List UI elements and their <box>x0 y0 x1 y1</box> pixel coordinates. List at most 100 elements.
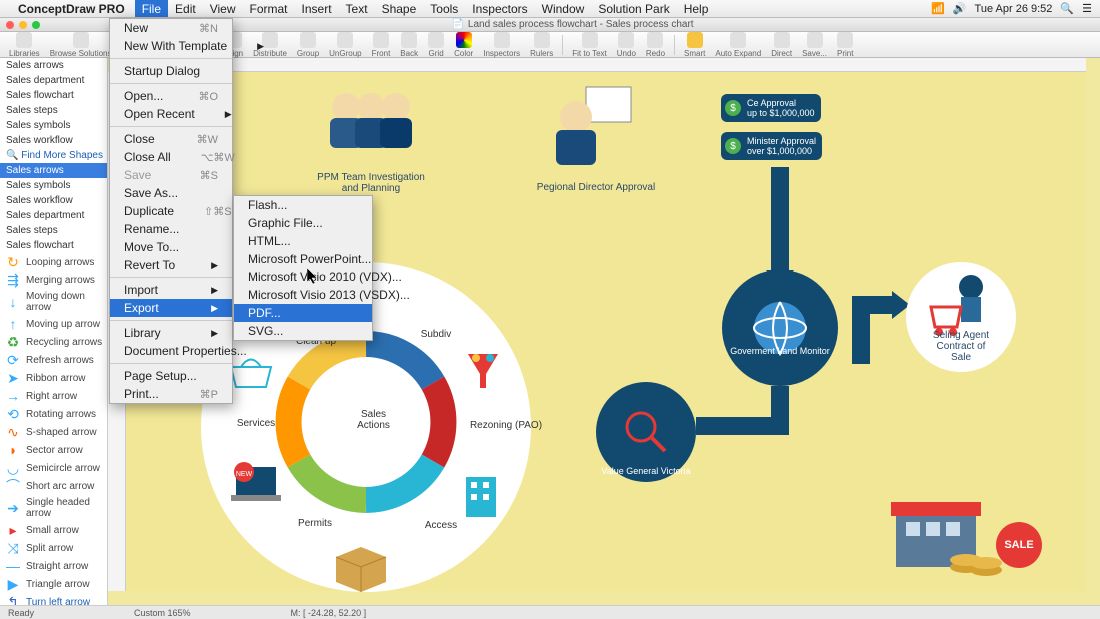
export-menu-item[interactable]: Microsoft Visio 2010 (VDX)... <box>234 268 372 286</box>
volume-icon[interactable]: 🔊 <box>953 2 967 15</box>
shape-item[interactable]: ⟳Refresh arrows <box>0 351 107 369</box>
menu-text[interactable]: Text <box>339 0 375 17</box>
shape-item[interactable]: ⌒Short arc arrow <box>0 477 107 495</box>
menu-help[interactable]: Help <box>677 0 716 17</box>
tool-back[interactable]: Back <box>397 32 421 58</box>
library-section[interactable]: Sales steps <box>0 103 107 118</box>
minimize-window-button[interactable] <box>19 21 27 29</box>
shape-item[interactable]: ↻Looping arrows <box>0 253 107 271</box>
file-menu-item[interactable]: Document Properties... <box>110 342 232 360</box>
tool-direct[interactable]: Direct <box>768 32 795 58</box>
clock[interactable]: Tue Apr 26 9:52 <box>975 3 1053 15</box>
menu-insert[interactable]: Insert <box>295 0 339 17</box>
tool-print[interactable]: Print <box>834 32 856 58</box>
shape-item[interactable]: ▶Triangle arrow <box>0 575 107 593</box>
file-menu-item[interactable]: Library▶ <box>110 324 232 342</box>
shape-item[interactable]: ↓Moving down arrow <box>0 289 107 315</box>
tool-ungroup[interactable]: UnGroup <box>326 32 364 58</box>
export-menu-item[interactable]: Graphic File... <box>234 214 372 232</box>
export-menu-item[interactable]: SVG... <box>234 322 372 340</box>
tool-redo[interactable]: Redo <box>643 32 668 58</box>
shape-item[interactable]: ⤨Split arrow <box>0 539 107 557</box>
shape-item[interactable]: —Straight arrow <box>0 557 107 575</box>
export-menu-item[interactable]: PDF... <box>234 304 372 322</box>
library-section[interactable]: Sales symbols <box>0 178 107 193</box>
close-window-button[interactable] <box>6 21 14 29</box>
tool-libraries[interactable]: Libraries <box>6 32 43 58</box>
library-section[interactable]: 🔍 Find More Shapes <box>0 148 107 163</box>
file-menu-item[interactable]: Import▶ <box>110 281 232 299</box>
shape-item[interactable]: ⇶Merging arrows <box>0 271 107 289</box>
file-menu-item[interactable]: Page Setup... <box>110 367 232 385</box>
tool-front[interactable]: Front <box>369 32 394 58</box>
status-zoom[interactable]: Custom 165% <box>134 608 191 618</box>
tool-grid[interactable]: Grid <box>425 32 447 58</box>
file-menu-item[interactable]: Export▶ <box>110 299 232 317</box>
menu-shape[interactable]: Shape <box>375 0 424 17</box>
file-menu-item[interactable]: Duplicate⇧⌘S <box>110 202 232 220</box>
library-section[interactable]: Sales arrows <box>0 163 107 178</box>
library-section[interactable]: Sales flowchart <box>0 238 107 253</box>
file-menu-item[interactable]: Print...⌘P <box>110 385 232 403</box>
shape-item[interactable]: →Right arrow <box>0 387 107 405</box>
file-menu-item[interactable]: New⌘N <box>110 19 232 37</box>
shape-item[interactable]: ◡Semicircle arrow <box>0 459 107 477</box>
library-section[interactable]: Sales department <box>0 73 107 88</box>
menu-file[interactable]: File <box>135 0 168 17</box>
file-menu-item[interactable]: Revert To▶ <box>110 256 232 274</box>
file-menu-item[interactable]: Save As... <box>110 184 232 202</box>
export-menu-item[interactable]: HTML... <box>234 232 372 250</box>
shape-item[interactable]: ↑Moving up arrow <box>0 315 107 333</box>
shape-item[interactable]: ⟲Rotating arrows <box>0 405 107 423</box>
file-menu-item[interactable]: Close All⌥⌘W <box>110 148 232 166</box>
tool-save[interactable]: Save... <box>799 32 830 58</box>
export-menu-item[interactable]: Flash... <box>234 196 372 214</box>
tool-inspectors[interactable]: Inspectors <box>480 32 523 58</box>
menu-view[interactable]: View <box>203 0 243 17</box>
spotlight-icon[interactable]: 🔍 <box>1060 2 1074 15</box>
shape-label: Sector arrow <box>26 445 83 456</box>
library-section[interactable]: Sales workflow <box>0 193 107 208</box>
file-menu-item[interactable]: Startup Dialog <box>110 62 232 80</box>
file-menu-item[interactable]: New With Template▶ <box>110 37 232 55</box>
file-menu-item[interactable]: Rename... <box>110 220 232 238</box>
library-section[interactable]: Sales workflow <box>0 133 107 148</box>
tool-color[interactable]: Color <box>451 32 476 58</box>
tool-fit[interactable]: Fit to Text <box>569 32 610 58</box>
menu-format[interactable]: Format <box>243 0 295 17</box>
shape-item[interactable]: ◗Sector arrow <box>0 441 107 459</box>
library-section[interactable]: Sales department <box>0 208 107 223</box>
file-menu-item[interactable]: Open...⌘O <box>110 87 232 105</box>
tool-rulers[interactable]: Rulers <box>527 32 556 58</box>
shape-item[interactable]: ∿S-shaped arrow <box>0 423 107 441</box>
menu-solution-park[interactable]: Solution Park <box>591 0 676 17</box>
library-section[interactable]: Sales flowchart <box>0 88 107 103</box>
shape-item[interactable]: ➔Single headed arrow <box>0 495 107 521</box>
library-section[interactable]: Sales steps <box>0 223 107 238</box>
shape-item[interactable]: ↰Turn left arrow <box>0 593 107 605</box>
menu-edit[interactable]: Edit <box>168 0 203 17</box>
export-menu-item[interactable]: Microsoft Visio 2013 (VSDX)... <box>234 286 372 304</box>
menu-window[interactable]: Window <box>535 0 592 17</box>
tool-group[interactable]: Group <box>294 32 322 58</box>
library-section[interactable]: Sales symbols <box>0 118 107 133</box>
shape-item[interactable]: ➤Ribbon arrow <box>0 369 107 387</box>
tool-undo[interactable]: Undo <box>614 32 639 58</box>
menu-tools[interactable]: Tools <box>423 0 465 17</box>
tool-smart[interactable]: Smart <box>681 32 708 58</box>
shape-item[interactable]: ♻Recycling arrows <box>0 333 107 351</box>
menu-inspectors[interactable]: Inspectors <box>465 0 534 17</box>
zoom-window-button[interactable] <box>32 21 40 29</box>
shape-item[interactable]: ▸Small arrow <box>0 521 107 539</box>
file-menu-item[interactable]: Close⌘W <box>110 130 232 148</box>
library-section[interactable]: Sales arrows <box>0 58 107 73</box>
ruler-horizontal[interactable] <box>126 58 1086 72</box>
tool-browse[interactable]: Browse Solutions <box>47 32 115 58</box>
shape-icon: ↑ <box>4 317 22 331</box>
notifications-icon[interactable]: ☰ <box>1082 2 1092 15</box>
file-menu-item[interactable]: Move To... <box>110 238 232 256</box>
tool-autoexpand[interactable]: Auto Expand <box>712 32 764 58</box>
wifi-icon[interactable]: 📶 <box>931 2 945 15</box>
file-menu-item[interactable]: Open Recent▶ <box>110 105 232 123</box>
export-menu-item[interactable]: Microsoft PowerPoint... <box>234 250 372 268</box>
